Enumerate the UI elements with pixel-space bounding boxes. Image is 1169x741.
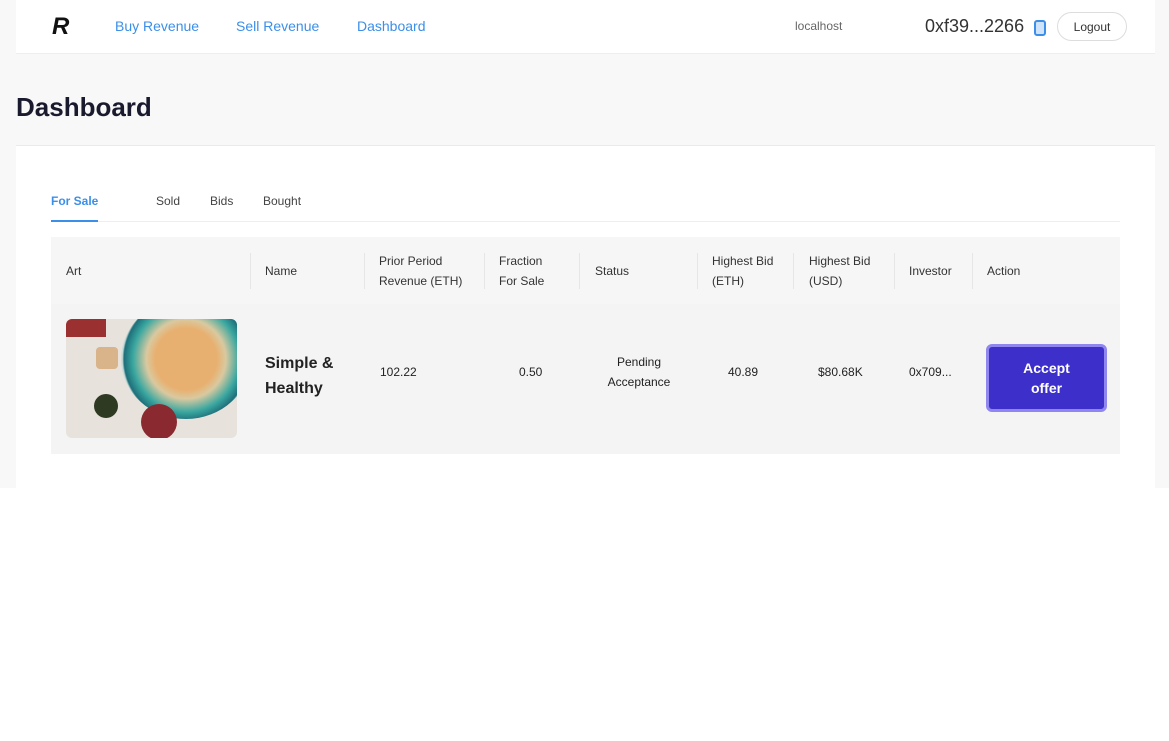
row-name: Simple & Healthy bbox=[265, 355, 334, 397]
col-revenue: Prior Period Revenue (ETH) bbox=[379, 254, 463, 288]
network-label: localhost bbox=[795, 19, 843, 33]
tab-bar: For Sale Sold Bids Bought bbox=[51, 194, 1120, 222]
logo[interactable]: R bbox=[52, 13, 69, 41]
row-status: Pending Acceptance bbox=[607, 355, 671, 389]
col-art: Art bbox=[66, 264, 82, 278]
table-header: Art Name Prior Period Revenue (ETH) Frac… bbox=[51, 237, 1120, 304]
col-action: Action bbox=[987, 264, 1021, 278]
copy-icon[interactable] bbox=[1034, 20, 1046, 36]
tab-bought[interactable]: Bought bbox=[263, 194, 301, 208]
row-bid-usd: $80.68K bbox=[818, 365, 863, 379]
col-investor: Investor bbox=[909, 264, 952, 278]
top-nav: R Buy Revenue Sell Revenue Dashboard loc… bbox=[16, 0, 1155, 54]
nav-dashboard[interactable]: Dashboard bbox=[357, 18, 426, 34]
page-title: Dashboard bbox=[16, 92, 152, 122]
table-row: Simple & Healthy 102.22 0.50 Pending Acc… bbox=[51, 304, 1120, 454]
art-image[interactable] bbox=[66, 319, 237, 438]
wallet-address: 0xf39...2266 bbox=[925, 16, 1025, 36]
col-bid-usd: Highest Bid (USD) bbox=[809, 254, 871, 288]
dashboard-card: For Sale Sold Bids Bought Art Name Prior… bbox=[16, 145, 1155, 488]
logout-button[interactable]: Logout bbox=[1057, 12, 1127, 41]
row-investor: 0x709... bbox=[909, 365, 952, 379]
row-revenue: 102.22 bbox=[380, 365, 417, 379]
row-fraction: 0.50 bbox=[519, 365, 543, 379]
accept-offer-button[interactable]: Accept offer bbox=[986, 344, 1107, 412]
col-name: Name bbox=[265, 264, 298, 278]
row-bid-eth: 40.89 bbox=[728, 365, 759, 379]
nav-buy-revenue[interactable]: Buy Revenue bbox=[115, 18, 199, 34]
tab-bids[interactable]: Bids bbox=[210, 194, 233, 208]
tab-for-sale[interactable]: For Sale bbox=[51, 194, 99, 222]
col-bid-eth: Highest Bid (ETH) bbox=[712, 254, 774, 288]
nav-sell-revenue[interactable]: Sell Revenue bbox=[236, 18, 319, 34]
col-fraction: Fraction For Sale bbox=[499, 254, 545, 288]
tab-sold[interactable]: Sold bbox=[156, 194, 180, 208]
col-status: Status bbox=[595, 264, 630, 278]
